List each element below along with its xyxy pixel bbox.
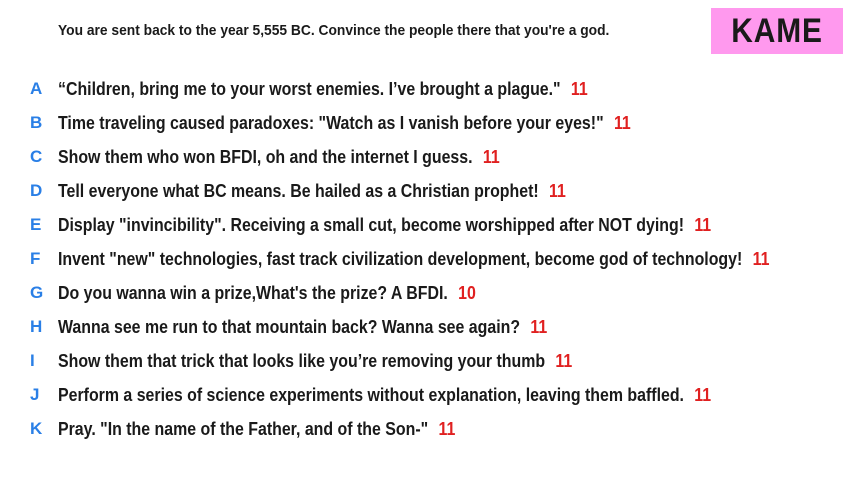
- answer-text: “Children, bring me to your worst enemie…: [58, 78, 561, 99]
- answer-body: Time traveling caused paradoxes: "Watch …: [58, 112, 631, 134]
- answer-letter: J: [30, 385, 40, 404]
- answer-letter: K: [30, 419, 43, 438]
- answer-text: Show them that trick that looks like you…: [58, 350, 546, 371]
- answer-text: Show them who won BFDI, oh and the inter…: [58, 146, 473, 167]
- answer-letter: G: [30, 283, 44, 302]
- answer-row-h: H Wanna see me run to that mountain back…: [0, 310, 853, 344]
- answer-letter: E: [30, 215, 42, 234]
- answer-letter: H: [30, 317, 43, 336]
- answer-letter: B: [30, 113, 43, 132]
- answer-body: Wanna see me run to that mountain back? …: [58, 316, 547, 338]
- answer-text: Perform a series of science experiments …: [58, 384, 684, 405]
- answer-letter: A: [30, 79, 43, 98]
- answer-row-e: E Display "invincibility". Receiving a s…: [0, 208, 853, 242]
- answer-row-a: A “Children, bring me to your worst enem…: [0, 72, 853, 106]
- answer-body: Pray. "In the name of the Father, and of…: [58, 418, 455, 440]
- answer-score: 11: [548, 180, 566, 201]
- answer-score: 11: [482, 146, 500, 167]
- answer-text: Pray. "In the name of the Father, and of…: [58, 418, 429, 439]
- answer-score: 11: [613, 112, 631, 133]
- answer-body: Do you wanna win a prize,What's the priz…: [58, 282, 476, 304]
- answer-letter: I: [30, 351, 35, 370]
- answer-letter: C: [30, 147, 43, 166]
- answer-row-b: B Time traveling caused paradoxes: "Watc…: [0, 106, 853, 140]
- answer-row-d: D Tell everyone what BC means. Be hailed…: [0, 174, 853, 208]
- answer-score: 11: [570, 78, 588, 99]
- answer-row-j: J Perform a series of science experiment…: [0, 378, 853, 412]
- answer-text: Invent "new" technologies, fast track ci…: [58, 248, 743, 269]
- answer-body: Perform a series of science experiments …: [58, 384, 711, 406]
- answer-row-k: K Pray. "In the name of the Father, and …: [0, 412, 853, 446]
- answer-score: 11: [555, 350, 573, 371]
- answer-letter: F: [30, 249, 41, 268]
- answer-text: Tell everyone what BC means. Be hailed a…: [58, 180, 539, 201]
- answer-text: Display "invincibility". Receiving a sma…: [58, 214, 684, 235]
- answer-body: Display "invincibility". Receiving a sma…: [58, 214, 711, 236]
- answer-text: Time traveling caused paradoxes: "Watch …: [58, 112, 604, 133]
- answer-score: 10: [458, 282, 476, 303]
- prompt-text: You are sent back to the year 5,555 BC. …: [58, 22, 610, 39]
- answer-letter: D: [30, 181, 43, 200]
- answer-row-c: C Show them who won BFDI, oh and the int…: [0, 140, 853, 174]
- answer-text: Do you wanna win a prize,What's the priz…: [58, 282, 448, 303]
- answer-score: 11: [694, 384, 712, 405]
- answer-text: Wanna see me run to that mountain back? …: [58, 316, 521, 337]
- answer-body: Invent "new" technologies, fast track ci…: [58, 248, 769, 270]
- answer-body: Tell everyone what BC means. Be hailed a…: [58, 180, 566, 202]
- answer-body: Show them who won BFDI, oh and the inter…: [58, 146, 500, 168]
- answer-body: “Children, bring me to your worst enemie…: [58, 78, 588, 100]
- answer-score: 11: [530, 316, 548, 337]
- answer-score: 11: [694, 214, 712, 235]
- answer-row-f: F Invent "new" technologies, fast track …: [0, 242, 853, 276]
- team-badge: KAME: [711, 8, 843, 54]
- answer-list: A “Children, bring me to your worst enem…: [0, 72, 853, 446]
- answer-score: 11: [752, 248, 770, 269]
- team-name: KAME: [731, 11, 823, 50]
- answer-body: Show them that trick that looks like you…: [58, 350, 572, 372]
- answer-score: 11: [438, 418, 456, 439]
- answer-row-g: G Do you wanna win a prize,What's the pr…: [0, 276, 853, 310]
- answer-row-i: I Show them that trick that looks like y…: [0, 344, 853, 378]
